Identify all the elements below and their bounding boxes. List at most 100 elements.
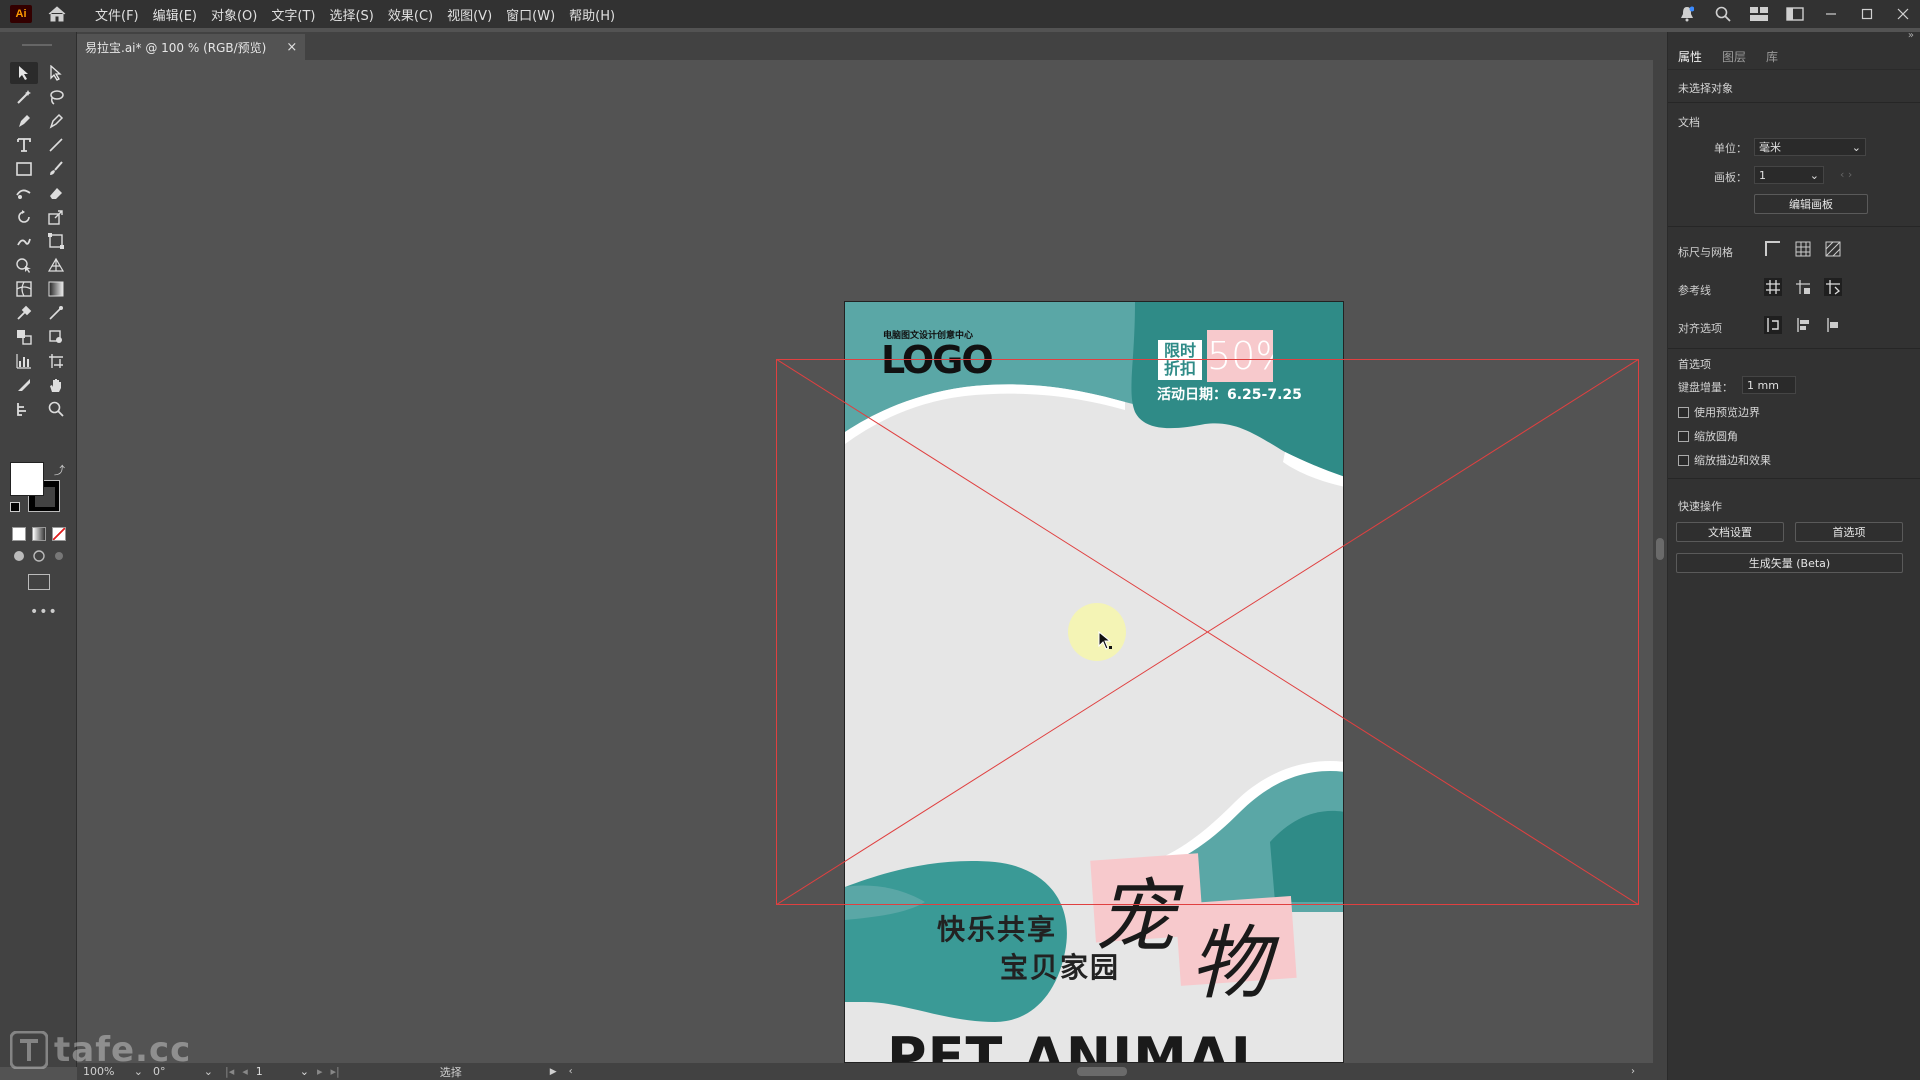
menu-window[interactable]: 窗口(W): [499, 5, 562, 24]
mesh-tool-icon[interactable]: [10, 278, 38, 300]
use-preview-bounds-checkbox[interactable]: 使用预览边界: [1678, 404, 1760, 420]
vertical-scrollbar[interactable]: [1653, 60, 1667, 1063]
keyboard-increment-input[interactable]: 1 mm: [1742, 376, 1796, 394]
scale-strokes-checkbox[interactable]: 缩放描边和效果: [1678, 452, 1771, 468]
artboard-nav-arrows[interactable]: ‹ ›: [1840, 168, 1852, 181]
status-menu-icon[interactable]: ▶: [550, 1067, 557, 1077]
align-to-pixel-icon[interactable]: [1764, 316, 1782, 334]
scale-tool-icon[interactable]: [42, 206, 70, 228]
perspective-grid-tool-icon[interactable]: [42, 254, 70, 276]
line-tool-icon[interactable]: [42, 134, 70, 156]
free-transform-tool-icon[interactable]: [42, 230, 70, 252]
menu-file[interactable]: 文件(F): [88, 5, 146, 24]
fill-swatch[interactable]: [10, 462, 44, 496]
rotate-tool-icon[interactable]: [10, 206, 38, 228]
tab-properties[interactable]: 属性: [1668, 46, 1712, 69]
next-artboard-icon[interactable]: ▸: [317, 1065, 323, 1078]
checkbox-box[interactable]: [1678, 454, 1689, 466]
scale-corners-checkbox[interactable]: 缩放圆角: [1678, 428, 1738, 444]
panel-collapse-icon[interactable]: »: [1908, 30, 1914, 41]
last-artboard-icon[interactable]: ▸|: [331, 1065, 340, 1078]
show-guides-icon[interactable]: [1764, 278, 1782, 296]
shaper-tool-icon[interactable]: [10, 182, 38, 204]
grid-icon[interactable]: [1794, 240, 1812, 258]
maximize-icon[interactable]: [1858, 6, 1876, 22]
align-to-artboard-icon[interactable]: [1824, 316, 1842, 334]
toolbar-grip[interactable]: [22, 44, 52, 46]
default-fill-stroke-icon[interactable]: [10, 502, 20, 512]
menu-help[interactable]: 帮助(H): [562, 5, 622, 24]
eraser-tool-icon[interactable]: [42, 182, 70, 204]
workspace-icon[interactable]: [1750, 6, 1768, 22]
first-artboard-icon[interactable]: |◂: [225, 1065, 234, 1078]
screen-mode-icon[interactable]: [28, 574, 50, 590]
hand-tool-icon[interactable]: [42, 374, 70, 396]
align-to-selection-icon[interactable]: [1794, 316, 1812, 334]
menu-effect[interactable]: 效果(C): [381, 5, 440, 24]
rotation-dropdown-icon[interactable]: ⌄: [204, 1065, 213, 1078]
preferences-button[interactable]: 首选项: [1795, 522, 1903, 542]
tab-layers[interactable]: 图层: [1712, 46, 1756, 69]
ruler-icon[interactable]: [1764, 240, 1782, 258]
horizontal-scroll-thumb[interactable]: [1077, 1067, 1127, 1076]
type-tool-icon[interactable]: [10, 134, 38, 156]
swap-fill-stroke-icon[interactable]: ⤴: [54, 462, 65, 478]
artboard-select[interactable]: 1 ⌄: [1754, 166, 1824, 184]
minimize-icon[interactable]: [1822, 6, 1840, 22]
lasso-tool-icon[interactable]: [42, 86, 70, 108]
vertical-scroll-thumb[interactable]: [1656, 538, 1664, 560]
menu-object[interactable]: 对象(O): [204, 5, 264, 24]
canvas-area[interactable]: 电脑图文设计创意中心 LOGO 限时 折扣 50% 活动日期：6.25-7.25…: [78, 60, 1653, 1063]
column-graph-tool-icon[interactable]: [10, 350, 38, 372]
scroll-left-icon[interactable]: ‹: [569, 1066, 573, 1077]
scroll-right-icon[interactable]: ›: [1631, 1066, 1635, 1077]
magic-wand-tool-icon[interactable]: [10, 86, 38, 108]
placed-image-frame[interactable]: [776, 359, 1639, 905]
generate-vector-button[interactable]: 生成矢量 (Beta): [1676, 553, 1903, 573]
checkbox-box[interactable]: [1678, 406, 1689, 418]
edit-toolbar-icon[interactable]: •••: [30, 604, 58, 620]
curvature-tool-icon[interactable]: [42, 110, 70, 132]
symbol-sprayer-tool-icon[interactable]: [10, 398, 38, 420]
smart-guides-icon[interactable]: [1824, 278, 1842, 296]
none-mode-icon[interactable]: [52, 527, 66, 541]
home-icon[interactable]: [46, 4, 68, 24]
edit-artboard-button[interactable]: 编辑画板: [1754, 194, 1868, 214]
rectangle-tool-icon[interactable]: [10, 158, 38, 180]
blend-tool-icon[interactable]: [10, 326, 38, 348]
paintbrush-tool-icon[interactable]: [42, 158, 70, 180]
close-window-icon[interactable]: [1894, 6, 1912, 22]
document-setup-button[interactable]: 文档设置: [1676, 522, 1784, 542]
prev-artboard-icon[interactable]: ◂: [242, 1065, 248, 1078]
search-icon[interactable]: [1714, 6, 1732, 22]
warp-tool-icon[interactable]: [10, 230, 38, 252]
unit-select[interactable]: 毫米 ⌄: [1754, 138, 1866, 156]
document-tab[interactable]: 易拉宝.ai* @ 100 % (RGB/预览) ×: [77, 34, 306, 60]
transparency-grid-icon[interactable]: [1824, 240, 1842, 258]
direct-selection-tool-icon[interactable]: [42, 62, 70, 84]
artboard-tool-icon[interactable]: [42, 350, 70, 372]
menu-type[interactable]: 文字(T): [264, 5, 322, 24]
pen-tool-icon[interactable]: [10, 110, 38, 132]
artboard-number[interactable]: 1: [256, 1065, 292, 1078]
draw-normal-icon[interactable]: [12, 549, 26, 563]
menu-edit[interactable]: 编辑(E): [146, 5, 204, 24]
artboard-dropdown-icon[interactable]: ⌄: [300, 1065, 309, 1078]
notification-icon[interactable]: [1678, 6, 1696, 22]
close-tab-icon[interactable]: ×: [286, 40, 297, 55]
live-paint-tool-icon[interactable]: [42, 326, 70, 348]
menu-select[interactable]: 选择(S): [322, 5, 380, 24]
slice-tool-icon[interactable]: [10, 374, 38, 396]
gradient-tool-icon[interactable]: [42, 278, 70, 300]
selection-tool-icon[interactable]: [10, 62, 38, 84]
draw-inside-icon[interactable]: [52, 549, 66, 563]
gradient-mode-icon[interactable]: [32, 527, 46, 541]
lock-guides-icon[interactable]: [1794, 278, 1812, 296]
checkbox-box[interactable]: [1678, 430, 1689, 442]
measure-tool-icon[interactable]: [42, 302, 70, 324]
zoom-tool-icon[interactable]: [42, 398, 70, 420]
menu-view[interactable]: 视图(V): [440, 5, 499, 24]
shape-builder-tool-icon[interactable]: [10, 254, 38, 276]
arrange-documents-icon[interactable]: [1786, 6, 1804, 22]
draw-behind-icon[interactable]: [32, 549, 46, 563]
